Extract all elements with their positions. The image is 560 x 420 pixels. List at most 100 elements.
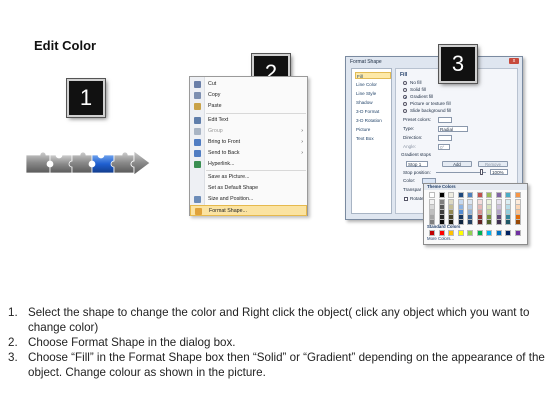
transparency-label: Transpar	[403, 187, 422, 192]
chevron-right-icon: ›	[301, 150, 303, 156]
menu-item-send-to-back[interactable]: Send to Back ›	[190, 148, 307, 159]
menu-item-label: Copy	[208, 92, 221, 98]
menu-item-cut[interactable]: Cut	[190, 79, 307, 90]
theme-colors-header: Theme Colors	[424, 184, 527, 190]
theme-color-swatch[interactable]	[495, 192, 502, 198]
theme-color-swatch[interactable]	[429, 192, 435, 198]
type-dropdown[interactable]: Radial	[438, 126, 468, 132]
theme-color-swatch[interactable]	[457, 192, 464, 198]
menu-item-paste[interactable]: Paste	[190, 101, 307, 112]
menu-item-label: Send to Back	[208, 150, 240, 156]
chevron-right-icon: ›	[301, 128, 303, 134]
copy-icon	[194, 92, 201, 99]
radio-label: Solid fill	[410, 87, 426, 92]
step-text: Choose “Fill” in the Format Shape box th…	[28, 351, 545, 379]
gradient-stops-label: Gradient stops	[401, 152, 431, 157]
theme-color-swatch[interactable]	[438, 192, 445, 198]
step-2: 2. Choose Format Shape in the dialog box.	[8, 335, 548, 350]
theme-color-swatch[interactable]	[486, 192, 492, 198]
rotate-checkbox[interactable]	[404, 197, 408, 201]
theme-color-swatch[interactable]	[505, 192, 511, 198]
stop-dropdown[interactable]: Stop 1	[406, 161, 428, 167]
radio-button[interactable]	[403, 81, 407, 85]
step-number: 1.	[8, 306, 18, 319]
menu-item-edit-text[interactable]: Edit Text	[190, 115, 307, 126]
menu-item-label: Cut	[208, 81, 217, 87]
hyperlink-icon	[194, 161, 201, 168]
stop-position-input[interactable]: 100%	[490, 169, 508, 175]
radio-button[interactable]	[403, 102, 407, 106]
remove-stop-button[interactable]: Remove	[478, 161, 508, 167]
dialog-title: Format Shape	[350, 59, 382, 65]
menu-item-size-and-position[interactable]: Size and Position...	[190, 194, 307, 205]
theme-color-swatch[interactable]	[514, 192, 521, 198]
menu-item-label: Hyperlink...	[208, 161, 235, 167]
color-label: Color:	[403, 178, 416, 183]
puzzle-arrow-shape[interactable]	[24, 147, 154, 179]
step-3: 3. Choose “Fill” in the Format Shape box …	[8, 350, 548, 380]
standard-color-swatch[interactable]	[467, 230, 473, 236]
radio-button[interactable]	[403, 95, 407, 99]
radio-label: Slide background fill	[410, 108, 452, 113]
menu-item-group[interactable]: Group ›	[190, 126, 307, 137]
chevron-right-icon: ›	[301, 139, 303, 145]
stop-position-slider[interactable]	[436, 172, 486, 173]
menu-item-format-shape[interactable]: Format Shape...	[190, 205, 307, 216]
direction-dropdown[interactable]	[438, 135, 452, 141]
standard-color-swatch[interactable]	[457, 230, 464, 236]
theme-color-swatch[interactable]	[448, 192, 454, 198]
slider-thumb[interactable]	[480, 169, 483, 175]
nav-item-picture[interactable]: Picture	[355, 126, 391, 133]
theme-color-swatch[interactable]	[467, 192, 473, 198]
radio-button[interactable]	[403, 88, 407, 92]
step-badge-3: 3	[439, 45, 477, 83]
nav-item-shadow[interactable]: Shadow	[355, 99, 391, 106]
step-number: 3.	[8, 351, 18, 364]
standard-colors-header: Standard Colors	[427, 224, 461, 229]
page-title: Edit Color	[34, 38, 97, 53]
menu-item-bring-to-front[interactable]: Bring to Front ›	[190, 137, 307, 148]
menu-separator	[206, 170, 306, 171]
menu-item-set-as-default-shape[interactable]: Set as Default Shape	[190, 183, 307, 194]
menu-item-copy[interactable]: Copy	[190, 90, 307, 101]
radio-label: No fill	[410, 80, 422, 85]
radio-label: Gradient fill	[410, 94, 434, 99]
group-icon	[194, 128, 201, 135]
standard-color-swatch[interactable]	[486, 230, 492, 236]
menu-item-label: Bring to Front	[208, 139, 241, 145]
nav-item-fill[interactable]: Fill	[355, 72, 391, 79]
step-text: Select the shape to change the color and…	[28, 306, 530, 334]
theme-color-swatch[interactable]	[476, 192, 483, 198]
more-colors-link[interactable]: More Colors...	[427, 236, 454, 242]
menu-item-label: Edit Text	[208, 117, 229, 123]
nav-item-line-color[interactable]: Line Color	[355, 81, 391, 88]
step-number: 2.	[8, 336, 18, 349]
standard-color-swatch[interactable]	[495, 230, 502, 236]
format-shape-icon	[195, 208, 202, 215]
menu-item-label: Set as Default Shape	[208, 185, 259, 191]
angle-input[interactable]: 0°	[438, 144, 450, 150]
nav-item-line-style[interactable]: Line Style	[355, 90, 391, 97]
angle-label: Angle:	[403, 144, 417, 149]
color-picker-popup: Theme Colors Standard Colors More Colors…	[423, 183, 528, 245]
nav-item-text-box[interactable]: Text Box	[355, 135, 391, 142]
radio-button[interactable]	[403, 109, 407, 113]
menu-item-label: Paste	[208, 103, 222, 109]
step-text: Choose Format Shape in the dialog box.	[28, 336, 236, 349]
menu-item-save-as-picture[interactable]: Save as Picture...	[190, 172, 307, 183]
menu-item-label: Size and Position...	[208, 196, 254, 202]
nav-item-3-d-format[interactable]: 3-D Format	[355, 108, 391, 115]
standard-color-swatch[interactable]	[476, 230, 483, 236]
nav-item-3-d-rotation[interactable]: 3-D Rotation	[355, 117, 391, 124]
standard-color-swatch[interactable]	[514, 230, 521, 236]
standard-color-swatch[interactable]	[505, 230, 511, 236]
size-position-icon	[194, 196, 201, 203]
menu-item-hyperlink[interactable]: Hyperlink...	[190, 159, 307, 170]
add-stop-button[interactable]: Add	[442, 161, 472, 167]
edit-text-icon	[194, 117, 201, 124]
preset-colors-dropdown[interactable]	[438, 117, 452, 123]
rotate-label: Rotate	[410, 196, 424, 201]
stop-position-label: Stop position:	[403, 170, 431, 175]
close-icon[interactable]: x	[509, 58, 519, 64]
scissors-icon	[194, 81, 201, 88]
